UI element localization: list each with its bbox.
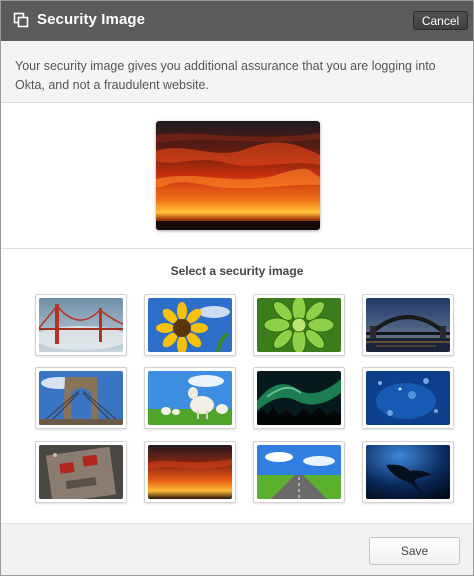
image-option-lambs[interactable] (144, 367, 236, 429)
image-option-red-sunset-sky[interactable] (144, 441, 236, 503)
cancel-button[interactable]: Cancel (413, 11, 468, 30)
image-option-manta-ray[interactable] (362, 441, 454, 503)
security-image-grid (35, 294, 454, 504)
selected-image-preview (156, 121, 320, 230)
image-option-succulent[interactable] (253, 294, 345, 356)
security-image-dialog: Security Image Cancel Your security imag… (0, 0, 474, 576)
save-button[interactable]: Save (369, 537, 460, 565)
description-text: Your security image gives you additional… (15, 59, 436, 92)
dialog-header: Security Image Cancel (1, 1, 473, 41)
select-image-label: Select a security image (170, 264, 304, 278)
section-divider (1, 248, 473, 249)
copy-windows-icon (13, 12, 29, 28)
image-option-robot-face[interactable] (35, 441, 127, 503)
image-option-harbour-bridge[interactable] (362, 294, 454, 356)
image-option-road[interactable] (253, 441, 345, 503)
sunset-sky-image (156, 121, 320, 230)
dialog-title: Security Image (37, 11, 146, 28)
image-option-golden-gate-bridge[interactable] (35, 294, 127, 356)
image-option-underwater-bubbles[interactable] (362, 367, 454, 429)
image-option-aurora[interactable] (253, 367, 345, 429)
image-option-brooklyn-bridge[interactable] (35, 367, 127, 429)
description-panel: Your security image gives you additional… (1, 41, 473, 103)
image-option-sunflower[interactable] (144, 294, 236, 356)
dialog-footer: Save (1, 523, 473, 575)
